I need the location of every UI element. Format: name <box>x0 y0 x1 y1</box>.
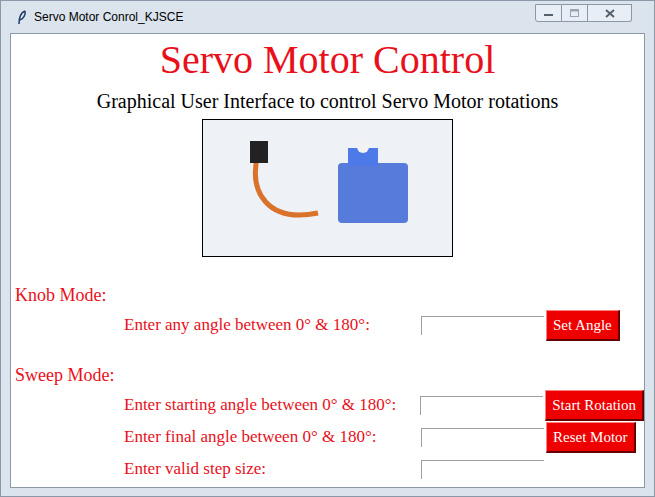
window-title: Servo Motor Conrol_KJSCE <box>34 8 183 26</box>
title-bar: Servo Motor Conrol_KJSCE <box>1 1 654 33</box>
action-button[interactable]: Reset Motor <box>546 422 636 453</box>
angle-input[interactable] <box>421 316 544 335</box>
mode-label: Knob Mode: <box>11 284 644 306</box>
servo-photo <box>202 119 453 257</box>
field-label: Enter any angle between 0° & 180°: <box>11 315 421 335</box>
window-controls <box>535 4 632 22</box>
content-area: Servo Motor Control Graphical User Interf… <box>10 33 645 488</box>
field-label: Enter starting angle between 0° & 180°: <box>11 395 420 415</box>
mode-rows: Enter any angle between 0° & 180°: Set An… <box>11 309 644 341</box>
form-row: Enter starting angle between 0° & 180°: S… <box>11 389 644 421</box>
angle-input[interactable] <box>421 428 544 447</box>
form-row: Enter final angle between 0° & 180°: Rese… <box>11 421 644 453</box>
mode-rows: Enter starting angle between 0° & 180°: S… <box>11 389 644 485</box>
field-label: Enter final angle between 0° & 180°: <box>11 427 421 447</box>
form-row: Enter any angle between 0° & 180°: Set An… <box>11 309 644 341</box>
minimize-icon[interactable] <box>535 4 562 22</box>
subtitle: Graphical User Interface to control Serv… <box>11 89 644 113</box>
action-button[interactable]: Start Rotation <box>545 390 644 421</box>
heading: Servo Motor Control <box>11 38 644 82</box>
feather-icon <box>15 9 29 25</box>
close-icon[interactable] <box>588 4 632 22</box>
form-row: Enter valid step size: <box>11 453 644 485</box>
field-label: Enter valid step size: <box>11 459 421 479</box>
maximize-icon <box>562 4 588 22</box>
mode-label: Sweep Mode: <box>11 364 644 386</box>
angle-input[interactable] <box>420 396 543 415</box>
angle-input[interactable] <box>421 460 544 479</box>
action-button[interactable]: Set Angle <box>546 310 620 341</box>
